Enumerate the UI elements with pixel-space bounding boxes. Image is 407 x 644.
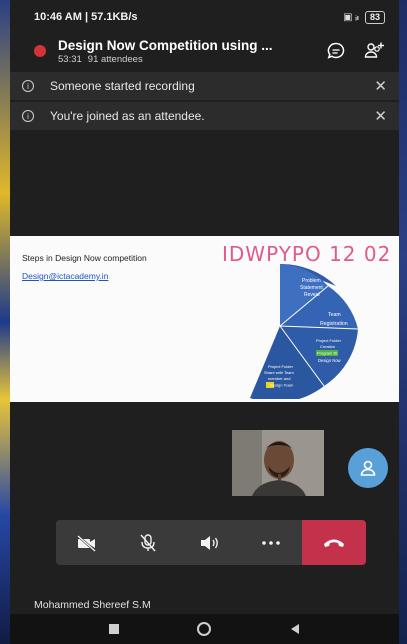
recording-indicator-icon — [34, 45, 46, 57]
attendee-banner-message: You're joined as an attendee. — [50, 109, 205, 123]
meeting-attendees: 91 attendees — [87, 53, 143, 65]
svg-text:Project Folder: Project Folder — [316, 338, 342, 343]
self-video-tile[interactable] — [232, 430, 324, 496]
slide-title: Steps in Design Now competition — [22, 253, 147, 263]
speaker-button[interactable] — [179, 520, 240, 565]
shared-slide[interactable]: Steps in Design Now competition Design@i… — [10, 236, 399, 402]
svg-text:Creation: Creation — [320, 344, 335, 349]
attendee-banner: i You're joined as an attendee. ✕ — [10, 102, 399, 130]
android-nav-bar — [10, 614, 399, 644]
slide-handwriting: IDWPYPO 12 02 — [222, 242, 392, 266]
slide-process-diagram: Problem Statement Reveal Team Registrati… — [250, 264, 359, 399]
svg-text:Project Folder: Project Folder — [268, 364, 294, 369]
meeting-duration: 53:31 — [58, 53, 82, 65]
svg-text:Share with Team: Share with Team — [264, 370, 294, 375]
info-icon: i — [22, 110, 34, 122]
hang-up-icon — [323, 539, 344, 547]
more-options-button[interactable] — [240, 520, 301, 565]
call-controls — [56, 520, 366, 565]
battery-icon: 83 — [364, 10, 385, 24]
svg-text:Registration: Registration — [320, 321, 348, 327]
svg-text:Design Team: Design Team — [270, 383, 294, 388]
close-icon[interactable]: ✕ — [374, 107, 387, 125]
signal-icon: ▣ ᵢₗ — [343, 11, 359, 23]
background-right-edge — [399, 0, 407, 644]
camera-off-icon — [76, 534, 96, 552]
status-time: 10:46 AM | 57.1KB/s — [34, 11, 138, 23]
svg-text:Team: Team — [328, 312, 341, 318]
meeting-meta: 53:31 91 attendees — [58, 54, 311, 65]
user-avatar-button[interactable] — [348, 448, 388, 488]
participant-name: Mohammed Shereef S.M — [34, 599, 151, 611]
svg-text:Design Now: Design Now — [318, 358, 342, 363]
recording-banner: i Someone started recording ✕ — [10, 72, 399, 100]
meeting-title-area[interactable]: Design Now Competition using ... 53:31 91… — [58, 38, 311, 65]
slide-email-link: Design@ictacademy.in — [22, 271, 109, 281]
info-icon: i — [22, 80, 34, 92]
add-participants-icon[interactable] — [361, 38, 387, 64]
svg-text:member and: member and — [268, 376, 290, 381]
more-icon — [262, 540, 280, 545]
svg-text:Reveal: Reveal — [304, 292, 320, 298]
chat-icon[interactable] — [323, 38, 349, 64]
background-left-edge — [0, 0, 10, 644]
status-bar: 10:46 AM | 57.1KB/s ▣ ᵢₗ 83 — [10, 0, 399, 34]
svg-text:Statement: Statement — [300, 285, 323, 291]
phone-screen: 10:46 AM | 57.1KB/s ▣ ᵢₗ 83 Design Now C… — [10, 0, 399, 644]
meeting-title: Design Now Competition using ... — [58, 37, 273, 53]
camera-button[interactable] — [56, 520, 117, 565]
recording-banner-message: Someone started recording — [50, 79, 195, 93]
microphone-button[interactable] — [117, 520, 178, 565]
recents-icon[interactable] — [108, 623, 120, 635]
svg-text:Program ID: Program ID — [317, 351, 338, 356]
back-icon[interactable] — [289, 623, 301, 635]
speaker-icon — [201, 535, 219, 550]
hang-up-button[interactable] — [301, 520, 366, 565]
close-icon[interactable]: ✕ — [374, 77, 387, 95]
meeting-header: Design Now Competition using ... 53:31 91… — [10, 34, 399, 68]
mic-off-icon — [140, 533, 156, 551]
self-video-image — [232, 430, 324, 496]
status-icons: ▣ ᵢₗ 83 — [343, 10, 385, 24]
person-icon — [360, 460, 376, 476]
home-icon[interactable] — [196, 621, 212, 637]
svg-text:Problem: Problem — [302, 278, 321, 284]
